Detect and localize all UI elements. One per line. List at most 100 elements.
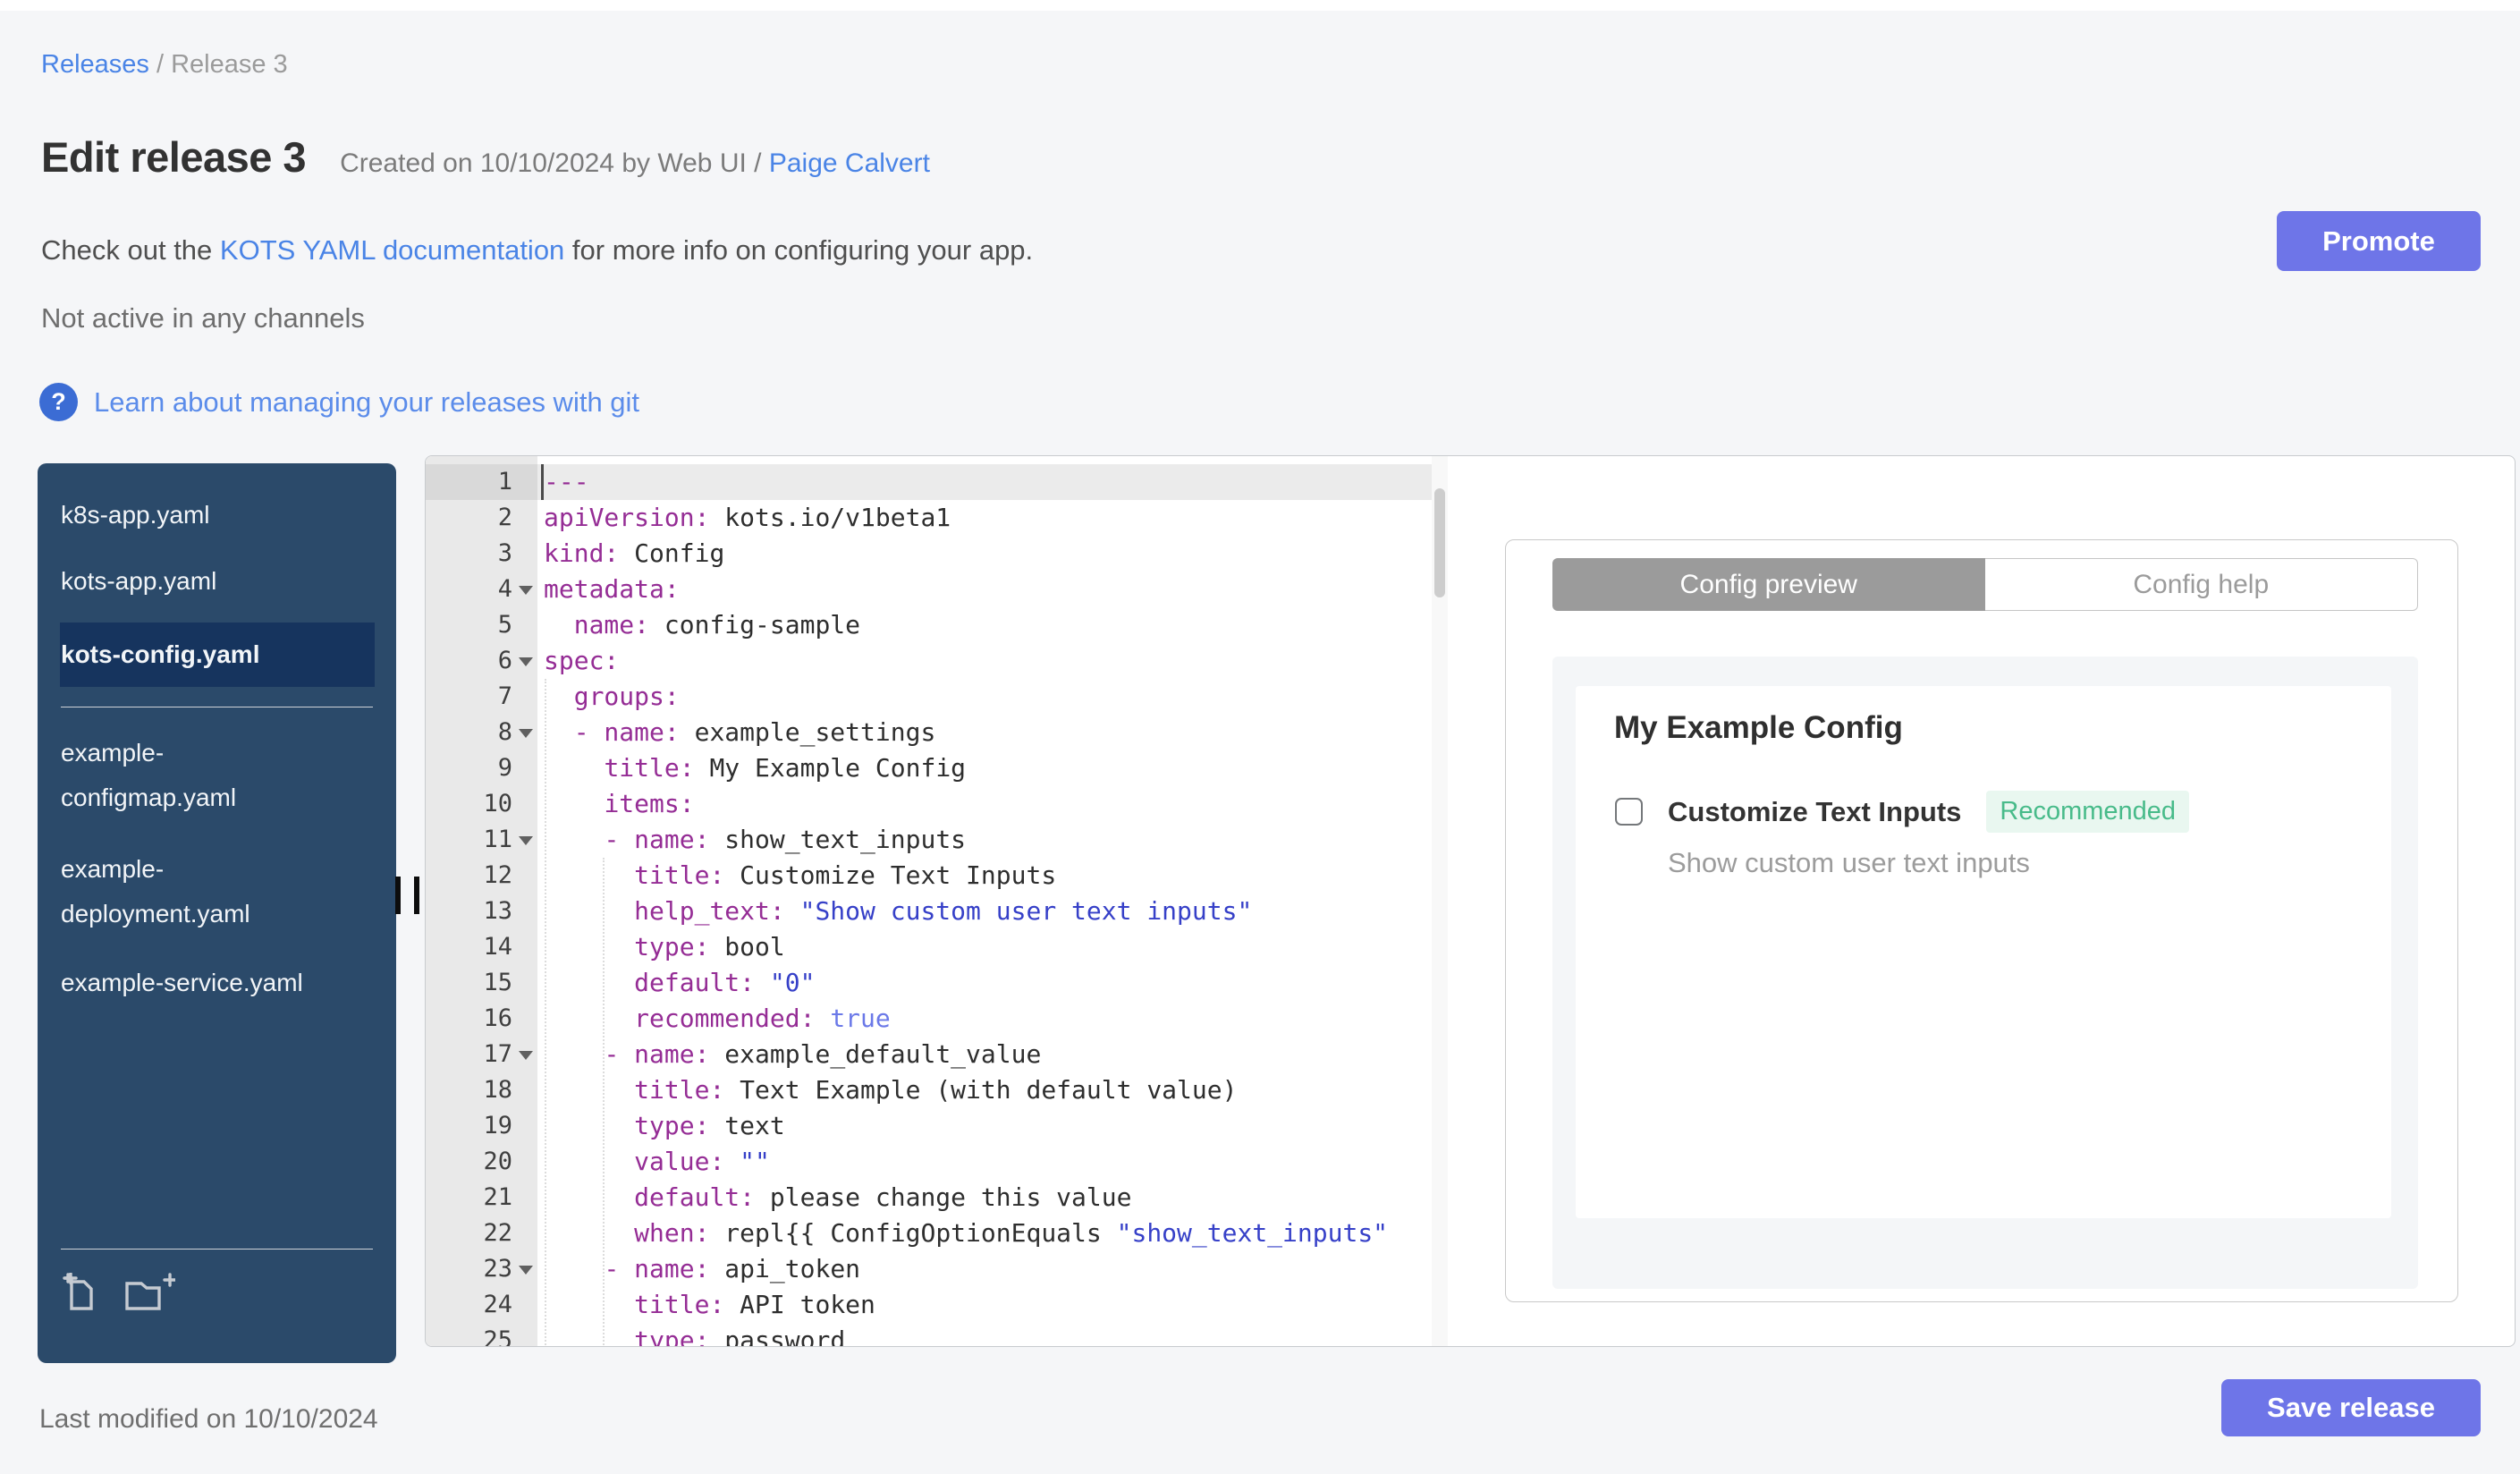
gutter-line-24: 24 [483, 1291, 512, 1318]
config-item-help-text: Show custom user text inputs [1668, 847, 2030, 878]
created-info: Created on 10/10/2024 by Web UI / Paige … [340, 148, 930, 179]
gutter-line-5: 5 [497, 611, 512, 639]
fold-toggle-icon[interactable] [519, 1266, 533, 1275]
channel-status: Not active in any channels [41, 302, 365, 334]
gutter-line-10: 10 [483, 790, 512, 817]
add-file-icon[interactable] [61, 1271, 104, 1320]
code-line-16: recommended: true [634, 1004, 891, 1033]
config-preview-content: My Example Config Customize Text Inputs … [1552, 657, 2418, 1289]
tab-config-help[interactable]: Config help [1984, 558, 2418, 611]
tab-config-preview[interactable]: Config preview [1552, 558, 1985, 611]
gutter-line-11: 11 [426, 822, 537, 858]
docs-hint: Check out the KOTS YAML documentation fo… [41, 234, 1033, 267]
code-line-3: kind: Config [544, 538, 725, 568]
fold-toggle-icon[interactable] [519, 836, 533, 845]
help-question-icon: ? [39, 383, 78, 421]
last-modified-text: Last modified on 10/10/2024 [39, 1404, 378, 1434]
code-line-2: apiVersion: kots.io/v1beta1 [544, 503, 951, 532]
customize-text-inputs-checkbox[interactable] [1615, 798, 1643, 826]
page-title: Edit release 3 [41, 133, 307, 181]
created-author-link[interactable]: Paige Calvert [769, 148, 930, 178]
gutter-line-20: 20 [483, 1148, 512, 1175]
code-line-5: name: config-sample [573, 610, 861, 640]
code-line-20: value: "" [634, 1147, 770, 1176]
gutter-line-1: 1 [426, 464, 537, 500]
breadcrumb-releases-link[interactable]: Releases [41, 50, 149, 79]
code-line-12: title: Customize Text Inputs [634, 860, 1057, 890]
code-line-18: title: Text Example (with default value) [634, 1075, 1238, 1105]
gutter-line-3: 3 [497, 539, 512, 567]
gutter-line-17: 17 [426, 1037, 537, 1072]
gutter-line-8: 8 [426, 715, 537, 750]
gutter-line-9: 9 [497, 754, 512, 782]
code-line-22: when: repl{{ ConfigOptionEquals "show_te… [634, 1218, 1389, 1248]
file-item-kots-config.yaml[interactable]: kots-config.yaml [60, 623, 375, 687]
fold-toggle-icon[interactable] [519, 657, 533, 666]
breadcrumb-separator: / [156, 50, 172, 79]
config-item-label: Customize Text Inputs [1668, 795, 1962, 827]
code-line-1: --- [537, 464, 1432, 500]
breadcrumb: Releases / Release 3 [41, 50, 288, 80]
docs-hint-post: for more info on configuring your app. [564, 234, 1034, 266]
code-line-9: title: My Example Config [604, 753, 967, 783]
preview-tabs: Config preview Config help [1552, 558, 2418, 611]
code-line-23: - name: api_token [604, 1254, 861, 1283]
gutter-line-12: 12 [483, 861, 512, 889]
gutter-line-21: 21 [483, 1183, 512, 1211]
gutter-line-2: 2 [497, 504, 512, 531]
gutter-line-19: 19 [483, 1112, 512, 1139]
config-item-row: Customize Text Inputs Recommended [1615, 791, 2190, 833]
docs-hint-pre: Check out the [41, 234, 220, 266]
gutter-line-23: 23 [426, 1251, 537, 1287]
code-line-24: title: API token [634, 1290, 875, 1319]
file-item-example-deployment.yaml[interactable]: example-deployment.yaml [61, 847, 373, 936]
gutter-line-15: 15 [483, 969, 512, 996]
gutter-line-25: 25 [483, 1326, 512, 1347]
text-cursor [541, 464, 544, 500]
editor-panel: 1 2 3 4 5 6 7 8 9 10 11 12 13 14 15 16 17 18 19 20 21 22 23 24 2… [425, 455, 2516, 1347]
gutter-line-18: 18 [483, 1076, 512, 1104]
git-releases-help-link[interactable]: Learn about managing your releases with … [94, 386, 639, 419]
code-line-15: default: "0" [634, 968, 816, 997]
sidebar-bottom [61, 1249, 373, 1320]
config-group-title: My Example Config [1614, 710, 1903, 745]
file-sidebar: k8s-app.yaml kots-app.yaml kots-config.yam… [38, 463, 396, 1363]
config-preview-box: Config preview Config help My Example Co… [1505, 539, 2458, 1302]
file-item-example-service.yaml[interactable]: example-service.yaml [61, 963, 373, 1003]
code-line-21: default: please change this value [634, 1182, 1132, 1212]
file-item-example-configmap.yaml[interactable]: example-configmap.yaml [61, 731, 373, 820]
gutter-line-16: 16 [483, 1004, 512, 1032]
editor-gutter: 1 2 3 4 5 6 7 8 9 10 11 12 13 14 15 16 17 18 19 20 21 22 23 24 2… [426, 456, 537, 1347]
gutter-line-22: 22 [483, 1219, 512, 1247]
code-line-17: - name: example_default_value [604, 1039, 1042, 1069]
file-item-kots-app.yaml[interactable]: kots-app.yaml [61, 562, 373, 601]
code-editor[interactable]: --- apiVersion: kots.io/v1beta1 kind: Conf… [537, 456, 1432, 1347]
code-line-25: type: password [634, 1326, 846, 1347]
file-item-k8s-app.yaml[interactable]: k8s-app.yaml [61, 496, 373, 535]
add-folder-icon[interactable] [123, 1273, 177, 1320]
config-group-card: My Example Config Customize Text Inputs … [1576, 686, 2391, 1218]
fold-toggle-icon[interactable] [519, 586, 533, 595]
fold-toggle-icon[interactable] [519, 1051, 533, 1060]
code-line-19: type: text [634, 1111, 785, 1140]
code-line-8: - name: example_settings [573, 717, 936, 747]
gutter-line-14: 14 [483, 933, 512, 961]
fold-toggle-icon[interactable] [519, 729, 533, 738]
editor-scrollbar-thumb[interactable] [1434, 488, 1445, 597]
save-release-button[interactable]: Save release [2221, 1379, 2481, 1436]
code-line-13: help_text: "Show custom user text inputs… [634, 896, 1253, 926]
kots-docs-link[interactable]: KOTS YAML documentation [220, 234, 564, 266]
recommended-badge: Recommended [1986, 791, 2190, 833]
code-line-4: metadata: [544, 574, 680, 604]
gutter-line-7: 7 [497, 682, 512, 710]
sidebar-resize-handle[interactable] [395, 877, 426, 914]
promote-button[interactable]: Promote [2277, 211, 2481, 271]
breadcrumb-current: Release 3 [171, 50, 288, 79]
code-line-10: items: [604, 789, 695, 818]
editor-scrollbar [1432, 456, 1448, 1346]
gutter-line-4: 4 [426, 572, 537, 607]
created-text: Created on 10/10/2024 by Web UI / [340, 148, 762, 178]
release-editor-page: Releases / Release 3 Edit release 3 Crea… [0, 0, 2520, 1474]
code-line-7: groups: [573, 682, 680, 711]
gutter-line-6: 6 [426, 643, 537, 679]
